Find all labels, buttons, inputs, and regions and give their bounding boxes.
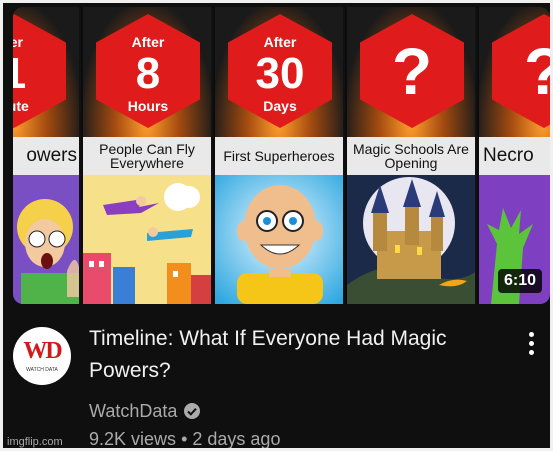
more-vert-icon — [529, 332, 534, 337]
thumbnail-panel-8-hours: After 8 Hours People Can Fly Everywhere — [81, 7, 211, 304]
video-thumbnail[interactable]: ter 1 nute owers — [13, 7, 550, 304]
panel-illustration — [215, 175, 343, 304]
panel-illustration — [13, 175, 79, 304]
more-actions-button[interactable] — [521, 329, 541, 357]
meta-separator: • — [181, 429, 188, 448]
video-title[interactable]: Timeline: What If Everyone Had Magic Pow… — [89, 323, 514, 387]
channel-logo-subtext: WATCH DATA — [26, 367, 58, 373]
panel-caption: owers — [13, 137, 79, 175]
thumbnail-panel-necro: ? Necro — [477, 7, 550, 304]
video-card[interactable]: ter 1 nute owers — [3, 3, 550, 448]
channel-logo-text: WD — [23, 338, 62, 364]
panel-caption: First Superheroes — [215, 137, 343, 175]
imgflip-watermark: imgflip.com — [7, 436, 63, 448]
upload-age: 2 days ago — [192, 429, 281, 448]
panel-illustration — [83, 175, 211, 304]
duration-badge: 6:10 — [497, 269, 542, 293]
panel-illustration — [347, 175, 475, 304]
thumbnail-panel-30-days: After 30 Days First Superheroes — [213, 7, 343, 304]
channel-row: WatchData — [89, 399, 201, 423]
panel-caption: Magic Schools Are Opening — [347, 137, 475, 175]
thumbnail-panel-magic-schools: ? Magic Schools Are Opening — [345, 7, 475, 304]
panel-caption: People Can Fly Everywhere — [83, 137, 211, 175]
video-metadata: 9.2K views • 2 days ago — [89, 429, 280, 448]
thumbnail-panel-1-minute: ter 1 nute owers — [13, 7, 79, 304]
channel-name[interactable]: WatchData — [89, 401, 177, 422]
panel-caption: Necro — [479, 137, 550, 175]
channel-avatar[interactable]: WD WATCH DATA — [13, 327, 71, 385]
verified-check-icon — [184, 403, 201, 419]
view-count: 9.2K views — [89, 429, 177, 448]
